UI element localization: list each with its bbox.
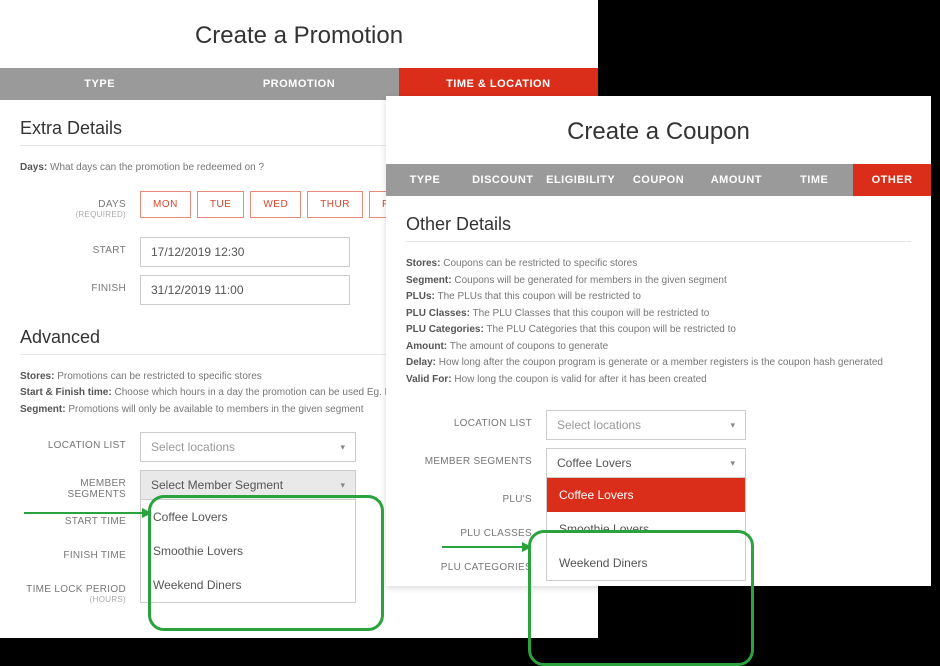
other-details-section: Other Details — [386, 196, 931, 250]
member-segments-dropdown: Coffee Lovers Smoothie Lovers Weekend Di… — [546, 478, 746, 581]
section-heading: Other Details — [406, 214, 911, 242]
tab-promotion[interactable]: PROMOTION — [199, 68, 398, 100]
day-chip-mon[interactable]: MON — [140, 191, 191, 218]
chevron-down-icon: ▾ — [730, 420, 735, 431]
desc-label: Days: — [20, 162, 47, 173]
field-label: MEMBER SEGMENTS — [406, 448, 546, 467]
tab-eligibility[interactable]: ELIGIBILITY — [542, 164, 620, 196]
day-chip-wed[interactable]: WED — [250, 191, 301, 218]
tab-discount[interactable]: DISCOUNT — [464, 164, 542, 196]
chevron-down-icon: ▾ — [340, 442, 345, 453]
tab-time[interactable]: TIME — [775, 164, 853, 196]
field-label: FINISH — [20, 275, 140, 294]
segment-option[interactable]: Coffee Lovers — [141, 500, 355, 534]
tab-amount[interactable]: AMOUNT — [697, 164, 775, 196]
arrow-annotation — [24, 506, 154, 520]
segment-option[interactable]: Smoothie Lovers — [547, 512, 745, 546]
field-label: MEMBER SEGMENTS — [20, 470, 140, 500]
segment-option[interactable]: Weekend Diners — [547, 546, 745, 580]
start-datetime-input[interactable] — [140, 237, 350, 267]
chevron-down-icon: ▾ — [730, 458, 735, 469]
day-chip-tue[interactable]: TUE — [197, 191, 245, 218]
create-coupon-card: Create a Coupon TYPE DISCOUNT ELIGIBILIT… — [386, 96, 931, 586]
tab-other[interactable]: OTHER — [853, 164, 931, 196]
day-chip-thur[interactable]: THUR — [307, 191, 363, 218]
field-label: PLU CLASSES — [406, 520, 546, 539]
location-list-select[interactable]: Select locations ▾ — [140, 432, 356, 462]
field-label: FINISH TIME — [20, 542, 140, 561]
chevron-down-icon: ▾ — [340, 480, 345, 491]
arrow-annotation — [442, 540, 534, 554]
field-label: START — [20, 237, 140, 256]
page-title: Create a Coupon — [386, 96, 931, 164]
tab-type[interactable]: TYPE — [386, 164, 464, 196]
coupon-tabbar: TYPE DISCOUNT ELIGIBILITY COUPON AMOUNT … — [386, 164, 931, 196]
other-description: Stores: Coupons can be restricted to spe… — [386, 250, 931, 398]
member-segments-select[interactable]: Select Member Segment ▾ — [140, 470, 356, 500]
tab-type[interactable]: TYPE — [0, 68, 199, 100]
field-label: TIME LOCK PERIOD (HOURS) — [20, 576, 140, 604]
coupon-location-list-row: LOCATION LIST Select locations ▾ — [386, 406, 931, 444]
field-label: DAYS (REQUIRED) — [20, 191, 140, 219]
member-segments-dropdown: Coffee Lovers Smoothie Lovers Weekend Di… — [140, 500, 356, 603]
segment-option[interactable]: Smoothie Lovers — [141, 534, 355, 568]
finish-datetime-input[interactable] — [140, 275, 350, 305]
field-label: PLU CATEGORIES — [406, 554, 546, 573]
field-label: LOCATION LIST — [20, 432, 140, 451]
segment-option[interactable]: Coffee Lovers — [547, 478, 745, 512]
field-label: LOCATION LIST — [406, 410, 546, 429]
location-list-select[interactable]: Select locations ▾ — [546, 410, 746, 440]
tab-coupon[interactable]: COUPON — [620, 164, 698, 196]
field-label: PLU'S — [406, 486, 546, 505]
desc-text: What days can the promotion be redeemed … — [50, 162, 264, 173]
member-segments-select[interactable]: Coffee Lovers ▾ — [546, 448, 746, 478]
segment-option[interactable]: Weekend Diners — [141, 568, 355, 602]
page-title: Create a Promotion — [0, 0, 598, 68]
coupon-member-segments-row: MEMBER SEGMENTS Coffee Lovers ▾ Coffee L… — [386, 444, 931, 482]
